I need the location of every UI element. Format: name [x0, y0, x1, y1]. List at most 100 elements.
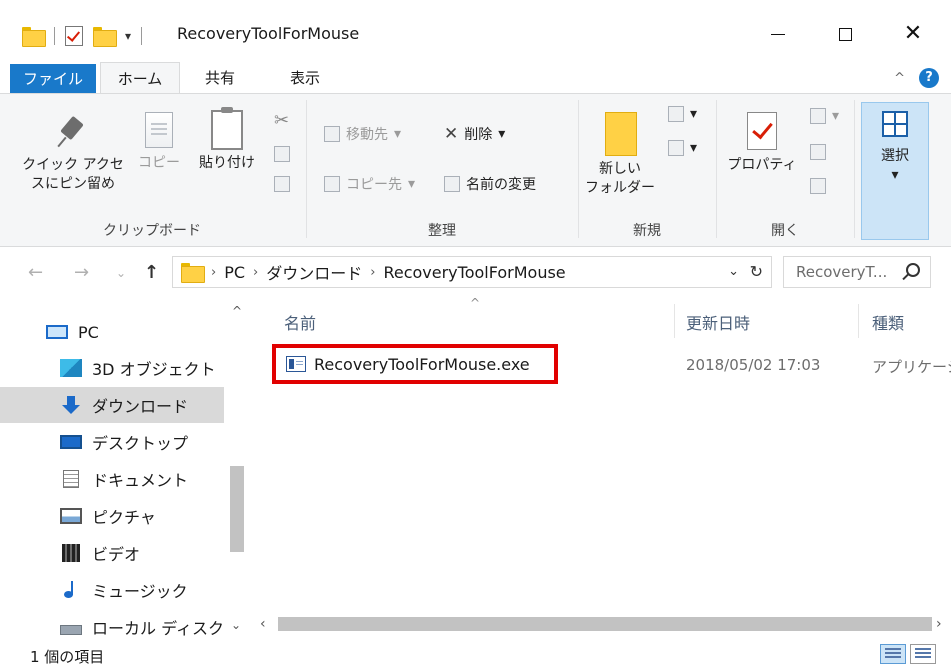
tab-home[interactable]: ホーム: [100, 62, 180, 94]
tab-file[interactable]: ファイル: [10, 64, 96, 94]
close-button[interactable]: ✕: [890, 18, 936, 50]
history-icon: [810, 178, 826, 194]
refresh-icon[interactable]: ↻: [750, 262, 763, 281]
help-icon[interactable]: ?: [919, 68, 939, 88]
search-input[interactable]: RecoveryT...: [783, 256, 931, 288]
history-button[interactable]: [810, 178, 826, 194]
qat-separator: [141, 27, 143, 45]
copy-to-dropdown-icon: ▾: [408, 176, 416, 192]
forward-arrow-icon[interactable]: →: [74, 262, 89, 283]
breadcrumb-separator: ›: [211, 264, 217, 280]
address-dropdown-icon[interactable]: ⌄: [728, 264, 739, 279]
edit-button[interactable]: [810, 144, 826, 160]
properties-label: プロパティ: [727, 157, 797, 173]
up-arrow-icon[interactable]: ↑: [144, 262, 159, 283]
copy-icon: [145, 112, 173, 148]
move-to-button[interactable]: 移動先 ▾: [324, 124, 401, 144]
column-separator[interactable]: [674, 304, 675, 338]
nav-item-3d-objects[interactable]: 3D オブジェクト: [0, 350, 224, 386]
column-header-name[interactable]: 名前: [284, 310, 316, 334]
folder-icon: [22, 27, 46, 47]
column-header-modified[interactable]: 更新日時: [686, 310, 750, 334]
new-folder-line1: 新しい: [599, 161, 641, 177]
group-organize: 移動先 ▾ ✕ 削除 ▾ コピー先 ▾ 名前の変更 整理: [308, 94, 576, 246]
tab-view[interactable]: 表示: [270, 62, 340, 94]
copy-to-icon: [324, 176, 340, 192]
details-view-button[interactable]: [880, 644, 906, 664]
open-group-label: 開く: [771, 223, 799, 239]
copy-to-button[interactable]: コピー先 ▾: [324, 174, 415, 194]
pin-to-quick-access-button[interactable]: クイック アクセ スにピン留め: [18, 114, 128, 194]
scroll-right-icon[interactable]: ›: [936, 616, 942, 632]
horizontal-scroll-thumb[interactable]: [278, 617, 932, 631]
nav-item-label: 3D オブジェクト: [92, 360, 216, 379]
nav-scroll-thumb[interactable]: [230, 466, 244, 552]
scroll-down-icon[interactable]: ⌄: [231, 618, 241, 632]
nav-item-videos[interactable]: ビデオ: [0, 535, 224, 571]
nav-item-desktop[interactable]: デスクトップ: [0, 424, 224, 460]
maximize-button[interactable]: [822, 18, 868, 50]
clipboard-group-label: クリップボード: [103, 223, 201, 239]
new-item-button[interactable]: ▾: [668, 106, 697, 122]
rename-button[interactable]: 名前の変更: [444, 174, 536, 194]
breadcrumb-pc[interactable]: PC: [224, 263, 245, 282]
window-title: RecoveryToolForMouse: [177, 24, 360, 43]
open-button[interactable]: ▾: [810, 108, 839, 124]
new-folder-button[interactable]: 新しい フォルダー: [582, 112, 658, 198]
move-to-icon: [324, 126, 340, 142]
nav-item-music[interactable]: ミュージック: [0, 572, 224, 608]
breadcrumb-downloads[interactable]: ダウンロード: [266, 260, 362, 284]
nav-item-pictures[interactable]: ピクチャ: [0, 498, 224, 534]
minimize-button[interactable]: [755, 18, 801, 50]
qat-dropdown-icon[interactable]: ▾: [125, 29, 131, 43]
large-icons-view-button[interactable]: [910, 644, 936, 664]
copy-path-button[interactable]: [274, 146, 290, 162]
scroll-up-icon[interactable]: ^: [232, 304, 242, 318]
group-separator: [716, 100, 717, 238]
delete-button[interactable]: ✕ 削除 ▾: [444, 124, 505, 144]
table-row[interactable]: RecoveryToolForMouse.exe 2018/05/02 17:0…: [252, 344, 951, 384]
file-list-horizontal-scrollbar[interactable]: ‹ ›: [252, 612, 951, 636]
local-disk-icon: [60, 625, 82, 635]
nav-item-documents[interactable]: ドキュメント: [0, 461, 224, 497]
collapse-ribbon-icon[interactable]: ^: [894, 71, 905, 86]
tab-share[interactable]: 共有: [190, 62, 250, 94]
properties-icon: [747, 112, 777, 150]
nav-pane-scrollbar[interactable]: ^ ⌄: [226, 298, 248, 638]
ribbon-home: クイック アクセ スにピン留め コピー 貼り付け ✂ クリップボード 移動先 ▾…: [0, 93, 951, 247]
address-bar[interactable]: › PC › ダウンロード › RecoveryToolForMouse ⌄ ↻: [172, 256, 772, 288]
back-arrow-icon[interactable]: ←: [28, 262, 43, 283]
properties-check-icon[interactable]: [65, 26, 83, 46]
breadcrumb-separator: ›: [370, 264, 376, 280]
paste-button[interactable]: 貼り付け: [192, 107, 262, 173]
recent-locations-icon[interactable]: ⌄: [116, 266, 126, 280]
scroll-left-icon[interactable]: ‹: [260, 616, 266, 632]
new-folder-qat-icon[interactable]: [93, 27, 117, 47]
column-header-type[interactable]: 種類: [872, 310, 904, 334]
copy-label: コピー: [138, 155, 180, 171]
breadcrumb-recoverytool[interactable]: RecoveryToolForMouse: [383, 263, 565, 282]
column-separator[interactable]: [858, 304, 859, 338]
file-name-text: RecoveryToolForMouse.exe: [314, 354, 530, 374]
select-dropdown-icon: ▾: [891, 167, 899, 183]
properties-button[interactable]: プロパティ: [722, 112, 802, 175]
scissors-icon: ✂: [274, 110, 290, 131]
copy-to-label: コピー先: [346, 177, 402, 193]
file-list: ^ 名前 更新日時 種類 RecoveryToolForMouse.exe 20…: [252, 296, 951, 612]
file-name-highlighted[interactable]: RecoveryToolForMouse.exe: [272, 344, 558, 384]
group-separator: [854, 100, 855, 238]
videos-icon: [62, 544, 80, 562]
easy-access-button[interactable]: ▾: [668, 140, 697, 156]
nav-item-label: ローカル ディスク (C: [92, 619, 226, 638]
download-icon: [60, 396, 82, 414]
select-button[interactable]: 選択 ▾: [861, 102, 929, 240]
nav-item-pc[interactable]: PC: [0, 314, 224, 350]
nav-item-downloads[interactable]: ダウンロード: [0, 387, 224, 423]
paste-shortcut-button[interactable]: [274, 176, 290, 192]
search-icon: [906, 263, 920, 277]
group-new: 新しい フォルダー ▾ ▾ 新規: [580, 94, 714, 246]
pictures-icon: [60, 508, 82, 524]
pin-label-line2: スにピン留め: [31, 176, 115, 192]
copy-button[interactable]: コピー: [134, 112, 184, 173]
cut-button[interactable]: ✂: [274, 110, 289, 131]
